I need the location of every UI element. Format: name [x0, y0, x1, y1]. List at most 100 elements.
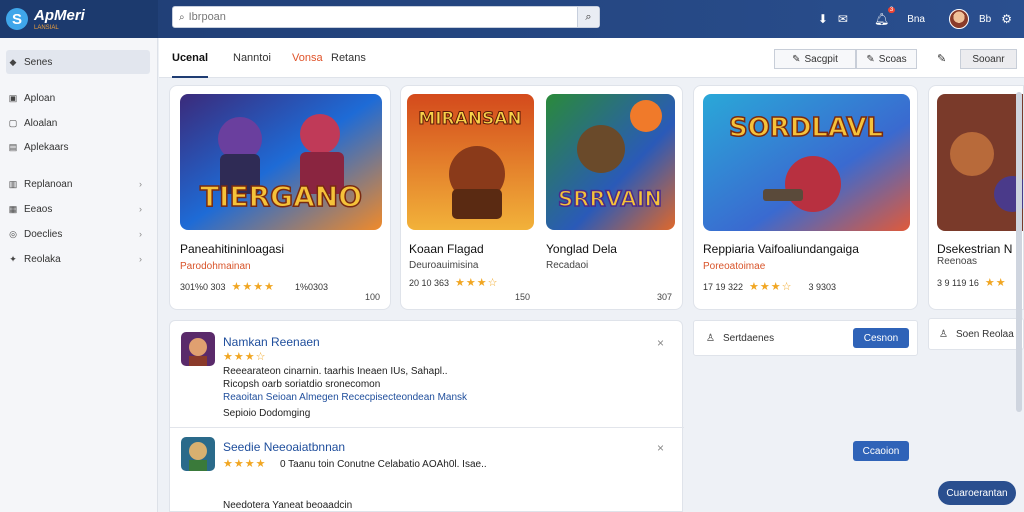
app-rating: 17 19 322 ★★★☆ 3 9303: [703, 281, 837, 293]
app-icon: ▣: [8, 92, 18, 103]
save-button[interactable]: ✎ Scoas: [856, 49, 917, 69]
brand-name: ApMeri: [34, 6, 85, 24]
app-count: 307: [656, 292, 672, 302]
app-title[interactable]: Yonglad Dela: [546, 242, 617, 256]
app-icon[interactable]: [181, 332, 215, 366]
tab-ucenal[interactable]: Ucenal: [172, 52, 209, 78]
rating-stars: ★★★☆: [223, 351, 267, 363]
notification-icon[interactable]: 🔔︎ 3: [874, 7, 896, 26]
review-app-title[interactable]: Seedie Neeoaiatbnnan: [223, 440, 345, 454]
chart-icon: ▥: [8, 178, 18, 189]
brand-tagline: LANSIAL: [34, 24, 59, 31]
review-app-title[interactable]: Namkan Reenaen: [223, 335, 320, 349]
app-icon[interactable]: [181, 437, 215, 471]
game-art: TIERGANO: [180, 94, 382, 230]
close-icon[interactable]: ×: [657, 336, 664, 350]
app-thumbnail[interactable]: [937, 94, 1023, 231]
bookmark-icon: ✎: [866, 53, 875, 65]
app-card[interactable]: TIERGANO Paneahitininloagasi Parodohmain…: [169, 85, 391, 310]
sidebar-item-doeclies[interactable]: ◎ Doeclies ›: [6, 224, 150, 244]
logo-icon: S: [6, 8, 28, 30]
app-developer[interactable]: Reenoas: [937, 256, 977, 267]
top-bar: S ApMeri LANSIAL ⌕ ⌕ ⬇ ✉ 🔔︎3 Bna Bb ⚙: [0, 0, 1024, 38]
share-button[interactable]: ✎ Sacgpit: [774, 49, 856, 69]
settings-icon: ◎: [9, 228, 17, 239]
avatar[interactable]: [949, 9, 969, 29]
review-link[interactable]: Reaoitan Seioan Almegen Rececpisecteonde…: [223, 392, 467, 403]
search-input[interactable]: [188, 11, 577, 23]
chat-icon[interactable]: ✉: [838, 12, 848, 26]
chevron-right-icon: ›: [139, 229, 142, 239]
tab-bar: Ucenal Nanntoi Vonsa Retans ✎ Sacgpit ✎ Sc…: [159, 38, 1024, 78]
floating-action-button[interactable]: Cuaroerantan: [938, 481, 1016, 505]
sidebar-item-label: Senes: [24, 56, 53, 68]
user-name[interactable]: Bna: [907, 14, 925, 25]
app-thumbnail[interactable]: SRRVAIN: [546, 94, 675, 230]
download-icon[interactable]: ⬇: [818, 12, 828, 26]
notification-badge: 3: [887, 7, 896, 13]
sidebar-item-senes[interactable]: ◆ Senes: [6, 50, 150, 74]
sidebar-item-reolaka[interactable]: ✦ Reolaka ›: [6, 249, 150, 269]
sidebar-item-label: Aloalan: [24, 117, 58, 129]
sidebar-item-label: Doeclies: [24, 228, 63, 240]
tab-vonsa[interactable]: Vonsa: [292, 52, 323, 64]
game-art: MIRANSAN: [407, 94, 534, 230]
app-card-group: MIRANSAN SRRVAIN Koaan Flagad Deuroauimi…: [400, 85, 683, 310]
pin-icon[interactable]: ✎: [937, 52, 946, 65]
app-count: 100: [364, 292, 380, 302]
search-icon: ◆: [9, 56, 17, 67]
sort-button[interactable]: Sooanr: [960, 49, 1017, 69]
app-developer[interactable]: Parodohmainan: [180, 261, 251, 272]
tab-nanntoi[interactable]: Nanntoi: [233, 52, 271, 64]
app-developer[interactable]: Deuroauimisina: [409, 260, 478, 271]
app-title[interactable]: Koaan Flagad: [409, 242, 484, 256]
rating-stars: ★★: [984, 277, 1007, 289]
app-thumbnail[interactable]: TIERGANO: [180, 94, 382, 230]
brand-logo[interactable]: S ApMeri LANSIAL: [0, 0, 158, 38]
rating-stars: ★★★☆: [749, 281, 793, 293]
app-developer[interactable]: Recadaoi: [546, 260, 588, 271]
app-thumbnail[interactable]: MIRANSAN: [407, 94, 534, 230]
search-button[interactable]: ⌕: [577, 7, 599, 27]
app-card[interactable]: Dsekestrian N Reenoas 3 9 119 16 ★★: [928, 85, 1024, 310]
sidebar-item-aplekaars[interactable]: ▤ Aplekaars: [6, 137, 150, 157]
app-developer[interactable]: Poreoatoimae: [703, 261, 765, 272]
action-button[interactable]: Cesnon: [853, 328, 909, 348]
sidebar-item-label: Replanoan: [24, 178, 73, 190]
grid-icon: ▤: [8, 141, 18, 152]
review-text: Reeearateon cinarnin. taarhis Ineaen IUs…: [223, 366, 448, 377]
divider: [170, 427, 684, 428]
rating-stars: ★★★★: [223, 458, 267, 470]
svg-text:SORDLAVL: SORDLAVL: [729, 113, 883, 143]
tab-retans[interactable]: Retans: [331, 52, 366, 64]
settings-icon[interactable]: ⚙: [1001, 12, 1012, 26]
chevron-right-icon: ›: [139, 254, 142, 264]
app-title[interactable]: Reppiaria Vaifoaliundangaiga: [703, 242, 859, 256]
scrollbar[interactable]: [1016, 92, 1022, 412]
app-title[interactable]: Paneahitininloagasi: [180, 242, 284, 256]
rating-stars: ★★★☆: [455, 277, 499, 289]
gift-icon: ▦: [8, 203, 18, 214]
sidebar-item-eeaos[interactable]: ▦ Eeaos ›: [6, 199, 150, 219]
store-icon: ▢: [8, 117, 18, 128]
review-meta: Sepioio Dodomging: [223, 408, 311, 419]
sidebar-item-aloalan[interactable]: ▢ Aloalan: [6, 113, 150, 133]
pin-icon: ✦: [9, 253, 17, 264]
account-label[interactable]: Bb: [979, 14, 991, 25]
app-thumbnail[interactable]: SORDLAVL: [703, 94, 910, 231]
app-card[interactable]: SORDLAVL Reppiaria Vaifoaliundangaiga Po…: [693, 85, 918, 310]
sidebar-item-aploan[interactable]: ▣ Aploan: [6, 88, 150, 108]
user-icon: ♙: [939, 328, 948, 340]
chevron-right-icon: ›: [139, 204, 142, 214]
app-rating: 20 10 363 ★★★☆: [409, 277, 499, 289]
review-text: 0 Taanu toin Conutne Celabatio AOAh0l. I…: [280, 459, 487, 470]
share-icon: ✎: [792, 53, 801, 65]
app-title[interactable]: Dsekestrian N: [937, 242, 1012, 256]
action-button[interactable]: Ccaoion: [853, 441, 909, 461]
sidebar-item-replanoan[interactable]: ▥ Replanoan ›: [6, 174, 150, 194]
close-icon[interactable]: ×: [657, 441, 664, 455]
sidebar-item-label: Aploan: [24, 92, 56, 104]
sidebar-item-label: Aplekaars: [24, 141, 69, 153]
game-art: SORDLAVL: [703, 94, 910, 231]
review-list: Namkan Reenaen ★★★☆ × Reeearateon cinarn…: [169, 320, 684, 512]
